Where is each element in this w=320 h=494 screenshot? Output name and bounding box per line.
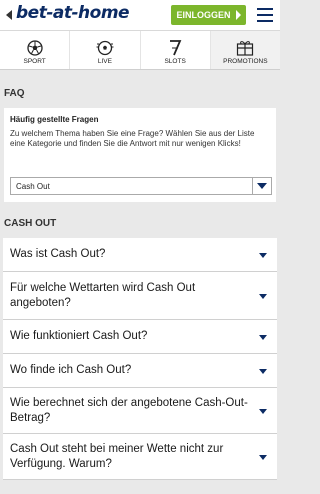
select-dropdown-button[interactable]: [252, 178, 271, 194]
faq-section-title: FAQ: [4, 88, 25, 99]
question-label: Was ist Cash Out?: [10, 248, 106, 260]
chevron-right-icon: [236, 10, 241, 20]
nav-sport-label: SPORT: [23, 58, 46, 65]
back-arrow-icon[interactable]: [6, 10, 12, 20]
bet-at-home-logo[interactable]: bet-at-home: [16, 3, 130, 23]
nav-item-live[interactable]: LIVE: [70, 31, 141, 69]
live-ball-icon: [96, 40, 114, 56]
question-label: Cash Out steht bei meiner Wette nicht zu…: [10, 442, 224, 470]
caret-down-icon: [259, 293, 267, 299]
caret-down-icon: [259, 368, 267, 374]
question-label: Für welche Wettarten wird Cash Out angeb…: [10, 281, 196, 309]
login-button[interactable]: EINLOGGEN: [171, 5, 246, 25]
soccer-ball-icon: [26, 40, 43, 56]
caret-down-icon: [259, 408, 267, 414]
question-item[interactable]: Was ist Cash Out?: [3, 238, 277, 272]
faq-description: Zu welchem Thema haben Sie eine Frage? W…: [10, 129, 255, 148]
question-item[interactable]: Wie berechnet sich der angebotene Cash-O…: [3, 388, 277, 434]
login-button-label: EINLOGGEN: [176, 10, 231, 20]
faq-box: Häufig gestellte Fragen Zu welchem Thema…: [4, 108, 276, 202]
question-label: Wo finde ich Cash Out?: [10, 364, 132, 376]
slots-seven-icon: [170, 40, 182, 56]
faq-heading: Häufig gestellte Fragen: [10, 115, 99, 124]
question-label: Wie funktioniert Cash Out?: [10, 330, 148, 342]
question-item[interactable]: Wie funktioniert Cash Out?: [3, 320, 277, 354]
nav-live-label: LIVE: [97, 58, 112, 65]
nav-item-slots[interactable]: SLOTS: [141, 31, 211, 69]
caret-down-icon: [259, 252, 267, 258]
caret-down-icon: [259, 454, 267, 460]
nav-item-promotions[interactable]: PROMOTIONS: [210, 31, 280, 69]
category-select[interactable]: Cash Out: [10, 177, 272, 195]
question-item[interactable]: Wo finde ich Cash Out?: [3, 354, 277, 388]
question-item[interactable]: Cash Out steht bei meiner Wette nicht zu…: [3, 434, 277, 480]
nav-item-sport[interactable]: SPORT: [0, 31, 71, 69]
cashout-section-title: CASH OUT: [4, 218, 57, 229]
question-label: Wie berechnet sich der angebotene Cash-O…: [10, 396, 248, 424]
chevron-down-icon: [257, 183, 267, 189]
question-item[interactable]: Für welche Wettarten wird Cash Out angeb…: [3, 272, 277, 320]
category-select-value: Cash Out: [16, 181, 50, 191]
hamburger-menu-icon[interactable]: [257, 8, 273, 22]
nav-slots-label: SLOTS: [164, 58, 186, 65]
top-bar: bet-at-home EINLOGGEN: [0, 0, 280, 31]
main-navigation: SPORT LIVE SLOTS PROMOTIONS: [0, 31, 280, 70]
nav-promotions-label: PROMOTIONS: [223, 58, 268, 65]
cashout-question-list: Was ist Cash Out? Für welche Wettarten w…: [3, 238, 277, 480]
caret-down-icon: [259, 334, 267, 340]
promotions-gift-icon: [237, 41, 254, 56]
